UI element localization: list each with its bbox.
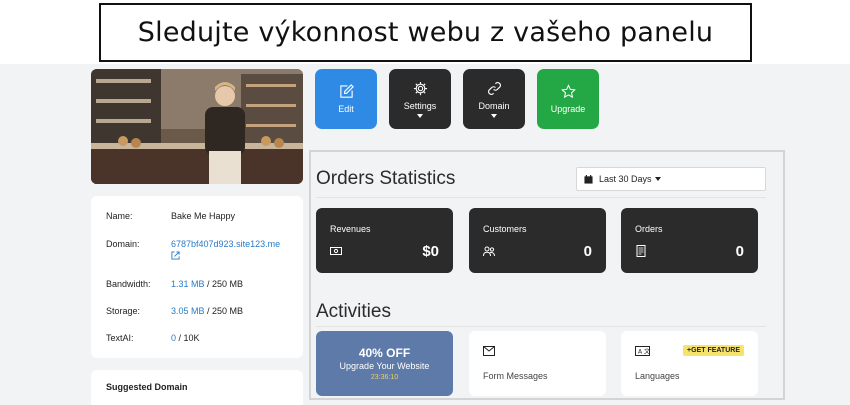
storage-value: 3.05 MB / 250 MB bbox=[171, 306, 243, 316]
bandwidth-value: 1.31 MB / 250 MB bbox=[171, 279, 243, 289]
promo-timer: 23:36:10 bbox=[370, 374, 399, 381]
customers-card[interactable]: Customers 0 bbox=[469, 208, 606, 273]
orders-statistics-title: Orders Statistics bbox=[316, 168, 456, 189]
activities-divider bbox=[316, 326, 766, 327]
chevron-down-icon bbox=[491, 113, 497, 118]
textai-value: 0 / 10K bbox=[171, 333, 200, 343]
textai-total: / 10K bbox=[176, 333, 200, 343]
site-preview-image[interactable] bbox=[91, 69, 303, 184]
revenues-value: $0 bbox=[422, 243, 439, 260]
promo-sub: Upgrade Your Website bbox=[339, 361, 430, 371]
storage-used: 3.05 MB bbox=[171, 306, 205, 316]
upgrade-button[interactable]: Upgrade bbox=[537, 69, 599, 129]
domain-link[interactable]: 6787bf407d923.site123.me bbox=[171, 239, 280, 249]
money-icon bbox=[330, 247, 342, 255]
storage-total: / 250 MB bbox=[204, 306, 244, 316]
bandwidth-label: Bandwidth: bbox=[106, 279, 151, 289]
calendar-icon bbox=[584, 174, 593, 184]
activities-title: Activities bbox=[316, 301, 391, 322]
suggested-domain-card: Suggested Domain bbox=[91, 370, 303, 405]
revenues-label: Revenues bbox=[330, 224, 371, 234]
domain-button[interactable]: Domain bbox=[463, 69, 525, 129]
date-range-select[interactable]: Last 30 Days bbox=[576, 167, 766, 191]
settings-button[interactable]: Settings bbox=[389, 69, 451, 129]
gear-icon bbox=[413, 81, 427, 95]
storage-label: Storage: bbox=[106, 306, 141, 316]
name-label: Name: bbox=[106, 211, 133, 221]
link-icon bbox=[487, 81, 501, 95]
orders-divider bbox=[316, 197, 766, 198]
settings-label: Settings bbox=[403, 100, 437, 111]
dashboard-page: Sledujte výkonnost webu z vašeho panelu bbox=[0, 0, 850, 405]
edit-icon bbox=[339, 84, 354, 98]
get-feature-badge[interactable]: +GET FEATURE bbox=[683, 345, 744, 356]
name-value: Bake Me Happy bbox=[171, 211, 236, 221]
orders-card[interactable]: Orders 0 bbox=[621, 208, 758, 273]
caption-banner: Sledujte výkonnost webu z vašeho panelu bbox=[99, 3, 752, 62]
languages-card[interactable]: A文 +GET FEATURE Languages bbox=[621, 331, 758, 396]
svg-text:文: 文 bbox=[644, 348, 650, 356]
promo-card[interactable]: 40% OFF Upgrade Your Website 23:36:10 bbox=[316, 331, 453, 396]
edit-label: Edit bbox=[338, 104, 354, 114]
domain-label: Domain: bbox=[106, 239, 140, 249]
languages-label: Languages bbox=[635, 371, 680, 381]
site-info-card: Name: Bake Me Happy Domain: 6787bf407d92… bbox=[91, 196, 303, 358]
bandwidth-used: 1.31 MB bbox=[171, 279, 205, 289]
promo-headline: 40% OFF bbox=[358, 346, 411, 360]
customers-label: Customers bbox=[483, 224, 527, 234]
revenues-card[interactable]: Revenues $0 bbox=[316, 208, 453, 273]
users-icon bbox=[483, 246, 495, 257]
caption-title: Sledujte výkonnost webu z vašeho panelu bbox=[137, 17, 714, 48]
suggested-domain-title: Suggested Domain bbox=[106, 382, 188, 392]
translate-icon: A文 bbox=[635, 346, 650, 356]
customers-value: 0 bbox=[583, 243, 592, 260]
chevron-down-icon bbox=[417, 113, 423, 118]
external-link-icon[interactable] bbox=[171, 251, 180, 262]
receipt-icon bbox=[636, 245, 646, 257]
orders-value: 0 bbox=[735, 243, 744, 260]
envelope-icon bbox=[483, 346, 495, 356]
date-range-value: Last 30 Days bbox=[599, 174, 652, 184]
star-icon bbox=[560, 84, 576, 99]
upgrade-label: Upgrade bbox=[550, 104, 586, 114]
caret-down-icon bbox=[654, 177, 661, 181]
bandwidth-total: / 250 MB bbox=[204, 279, 244, 289]
domain-label: Domain bbox=[478, 100, 510, 111]
textai-label: TextAI: bbox=[106, 333, 134, 343]
edit-button[interactable]: Edit bbox=[315, 69, 377, 129]
orders-label: Orders bbox=[635, 224, 663, 234]
svg-text:A: A bbox=[638, 349, 643, 356]
form-messages-card[interactable]: Form Messages bbox=[469, 331, 606, 396]
form-messages-label: Form Messages bbox=[483, 371, 548, 381]
